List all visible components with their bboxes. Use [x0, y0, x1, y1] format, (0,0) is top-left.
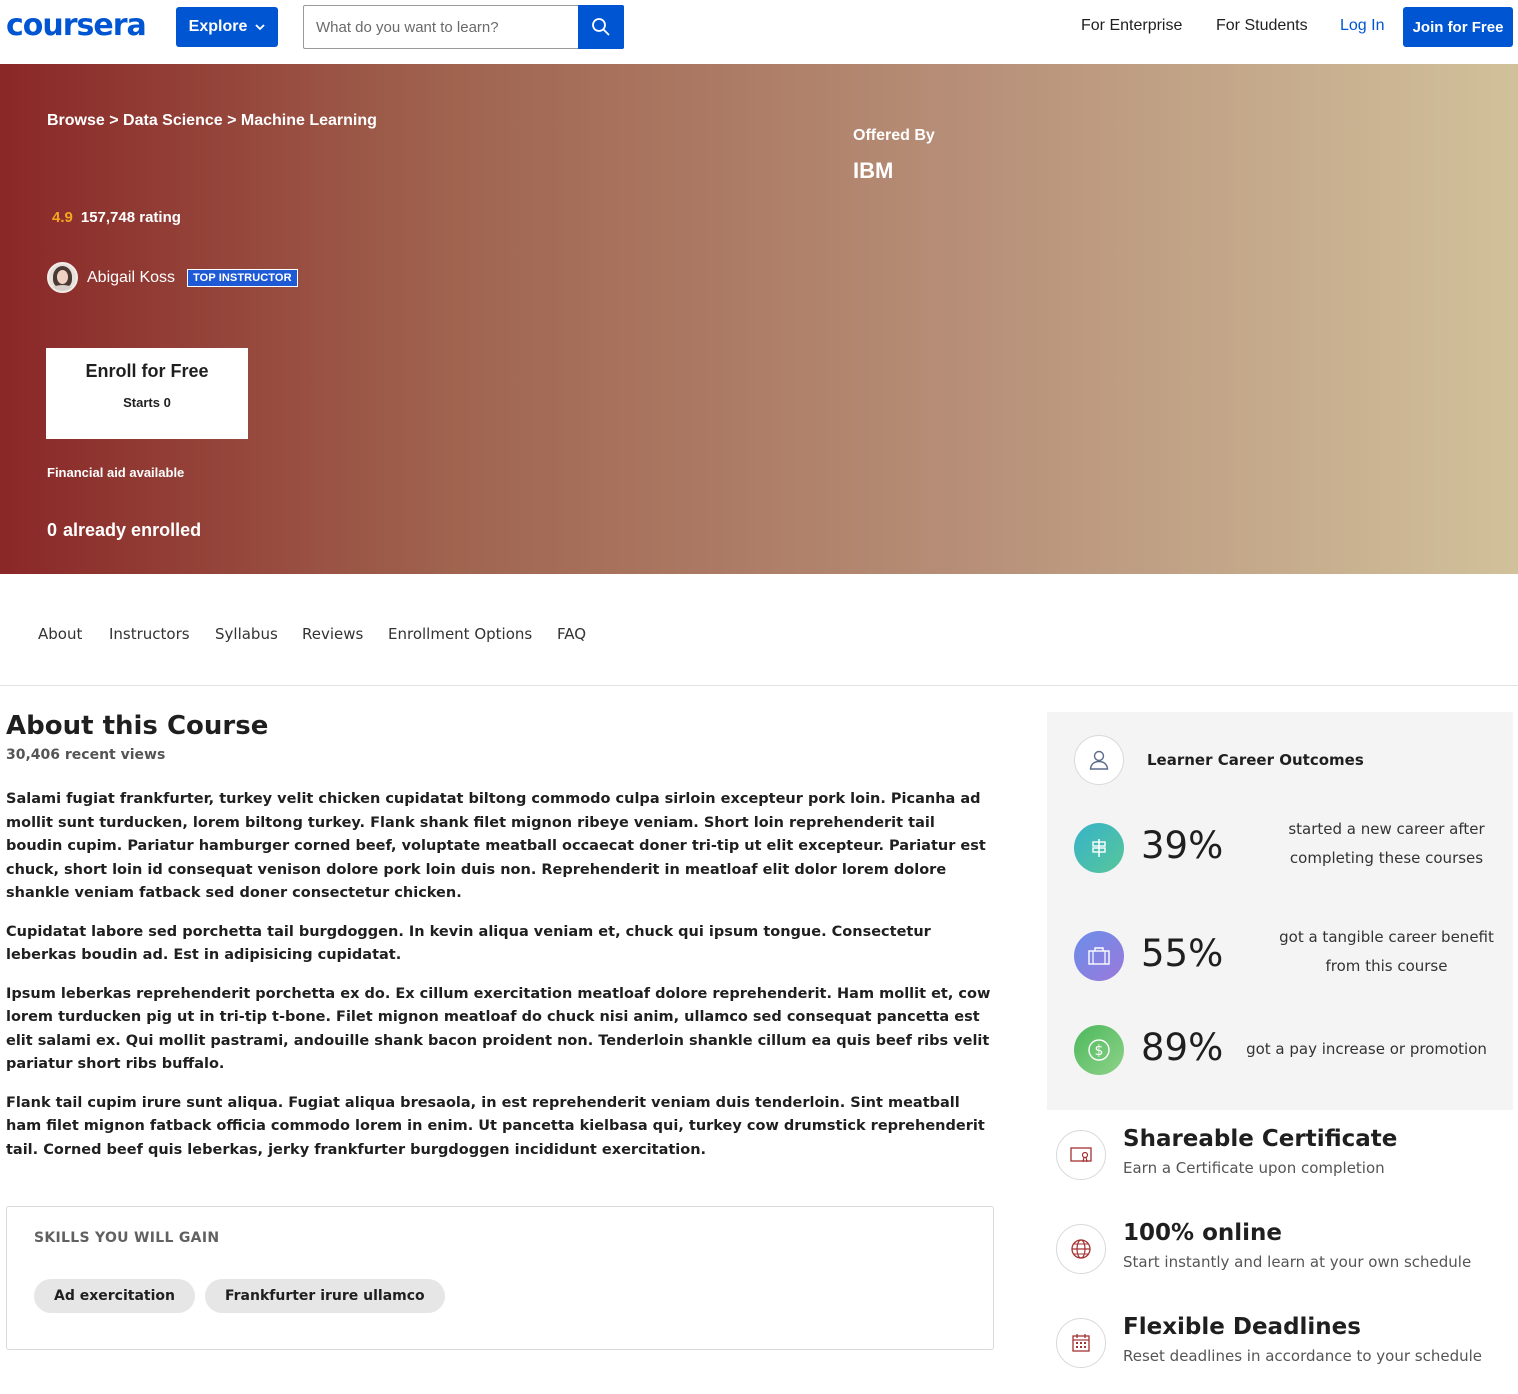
instructor-name[interactable]: Abigail Koss: [87, 269, 175, 287]
for-enterprise-link[interactable]: For Enterprise: [1081, 17, 1182, 35]
enroll-label: Enroll for Free: [85, 361, 209, 381]
explore-button[interactable]: Explore: [176, 7, 278, 47]
feature-title: Flexible Deadlines: [1123, 1314, 1361, 1340]
search-button[interactable]: [578, 5, 624, 49]
feature-subtitle: Reset deadlines in accordance to your sc…: [1123, 1347, 1483, 1365]
dollar-icon: $: [1074, 1025, 1124, 1075]
skills-chips: Ad exercitation Frankfurter irure ullamc…: [34, 1279, 445, 1313]
outcome-row: 55% got a tangible career benefit from t…: [1074, 928, 1504, 981]
feature-title: Shareable Certificate: [1123, 1126, 1398, 1152]
avatar[interactable]: [47, 262, 78, 293]
outcome-row: $ 89% got a pay increase or promotion: [1074, 1025, 1504, 1075]
financial-aid-link[interactable]: Financial aid available: [47, 465, 184, 480]
outcome-description: got a tangible career benefit from this …: [1254, 923, 1518, 981]
person-icon: [1074, 735, 1124, 785]
outcome-line: got a tangible career benefit: [1279, 928, 1494, 946]
outcome-description: started a new career after completing th…: [1254, 815, 1518, 873]
search-icon: [592, 18, 610, 36]
join-for-free-button[interactable]: Join for Free: [1403, 7, 1513, 47]
offered-by-label: Offered By: [853, 127, 935, 144]
tab-enrollment-options[interactable]: Enrollment Options: [388, 625, 532, 643]
skill-chip[interactable]: Frankfurter irure ullamco: [204, 1279, 445, 1313]
rating-value: 4.9: [52, 209, 73, 226]
about-description: Salami fugiat frankfurter, turkey velit …: [6, 788, 996, 1177]
feature-flexible-deadlines: Flexible Deadlines Reset deadlines in ac…: [1056, 1314, 1516, 1368]
top-instructor-badge: TOP INSTRUCTOR: [187, 268, 298, 287]
certificate-icon: [1056, 1130, 1106, 1180]
top-navbar: coursera Explore For Enterprise For Stud…: [0, 0, 1518, 64]
feature-shareable-certificate: Shareable Certificate Earn a Certificate…: [1056, 1126, 1516, 1180]
enrolled-count: 0 already enrolled: [47, 520, 201, 541]
skills-section: SKILLS YOU WILL GAIN Ad exercitation Fra…: [6, 1206, 994, 1350]
outcome-line: completing these courses: [1289, 849, 1484, 867]
recent-views: 30,406 recent views: [6, 747, 166, 763]
breadcrumb[interactable]: Browse > Data Science > Machine Learning: [47, 112, 377, 130]
instructor-row: Abigail Koss TOP INSTRUCTOR: [47, 262, 298, 293]
outcome-percent: 39%: [1141, 824, 1224, 867]
login-link[interactable]: Log In: [1340, 17, 1384, 35]
tab-syllabus[interactable]: Syllabus: [215, 625, 278, 643]
explore-label: Explore: [188, 18, 248, 35]
enroll-start-date: Starts 0: [123, 395, 171, 410]
outcomes-title: Learner Career Outcomes: [1147, 751, 1364, 769]
outcome-row: 39% started a new career after completin…: [1074, 820, 1504, 873]
signpost-icon: [1074, 823, 1124, 873]
feature-title: 100% online: [1123, 1220, 1282, 1246]
feature-100-online: 100% online Start instantly and learn at…: [1056, 1220, 1516, 1274]
course-hero-banner: Browse > Data Science > Machine Learning…: [0, 64, 1518, 574]
chevron-down-icon: [255, 24, 265, 31]
outcome-line: started a new career after: [1288, 820, 1485, 838]
tab-about[interactable]: About: [38, 625, 82, 643]
learner-outcomes-card: Learner Career Outcomes 39% started a ne…: [1047, 712, 1513, 1110]
enrolled-number: 0: [47, 520, 58, 540]
svg-text:$: $: [1095, 1043, 1104, 1059]
rating-count: 157,748 rating: [80, 209, 181, 226]
about-paragraph: Cupidatat labore sed porchetta tail burg…: [6, 923, 931, 964]
feature-subtitle: Earn a Certificate upon completion: [1123, 1159, 1385, 1177]
skills-title: SKILLS YOU WILL GAIN: [34, 1230, 220, 1246]
search-input[interactable]: [304, 6, 579, 48]
tab-reviews[interactable]: Reviews: [302, 625, 363, 643]
enrolled-label: already enrolled: [63, 520, 202, 540]
globe-icon: [1056, 1224, 1106, 1274]
partner-name[interactable]: IBM: [853, 158, 893, 184]
outcome-line: from this course: [1325, 957, 1448, 975]
tab-faq[interactable]: FAQ: [557, 625, 586, 643]
outcome-percent: 89%: [1141, 1026, 1224, 1069]
for-students-link[interactable]: For Students: [1216, 17, 1308, 35]
section-tabs: About Instructors Syllabus Reviews Enrol…: [0, 574, 1518, 686]
about-paragraph: Ipsum leberkas reprehenderit porchetta e…: [6, 985, 991, 1073]
briefcase-icon: [1074, 931, 1124, 981]
enroll-button[interactable]: Enroll for Free Starts 0: [46, 348, 248, 439]
feature-subtitle: Start instantly and learn at your own sc…: [1123, 1253, 1472, 1271]
rating-row: 4.9 157,748 rating: [52, 209, 181, 226]
skill-chip[interactable]: Ad exercitation: [34, 1279, 195, 1313]
about-paragraph: Flank tail cupim irure sunt aliqua. Fugi…: [6, 1094, 985, 1158]
tab-instructors[interactable]: Instructors: [109, 625, 190, 643]
calendar-icon: [1056, 1318, 1106, 1368]
outcome-description: got a pay increase or promotion: [1246, 1040, 1487, 1058]
about-title: About this Course: [6, 711, 269, 741]
outcome-percent: 55%: [1141, 932, 1224, 975]
coursera-logo[interactable]: coursera: [6, 8, 147, 43]
about-paragraph: Salami fugiat frankfurter, turkey velit …: [6, 791, 986, 901]
search-box: [303, 5, 624, 49]
